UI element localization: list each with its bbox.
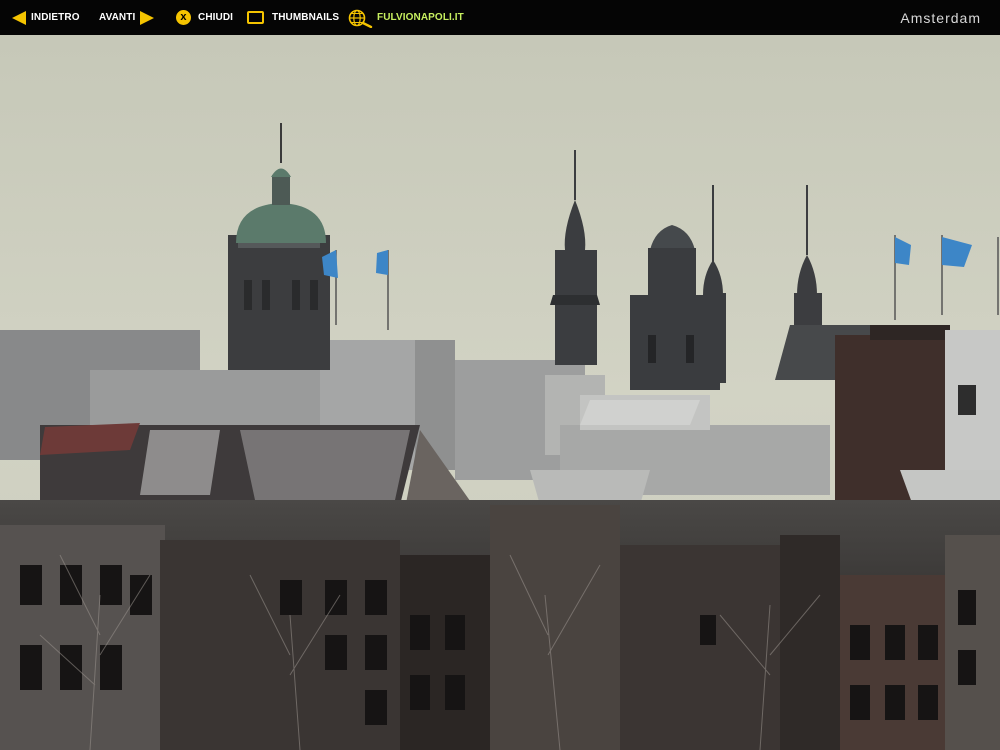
amsterdam-skyline-image: [0, 35, 1000, 750]
thumbnails-icon: [247, 11, 264, 24]
forward-button[interactable]: AVANTI: [99, 0, 155, 35]
main-photo: [0, 35, 1000, 750]
close-button[interactable]: x CHIUDI: [176, 0, 233, 35]
close-label: CHIUDI: [198, 12, 234, 23]
back-label: INDIETRO: [31, 12, 80, 23]
close-icon: x: [176, 10, 191, 25]
viewer-toolbar: INDIETRO AVANTI x CHIUDI THUMBNAILS FULV…: [0, 0, 1000, 35]
forward-label: AVANTI: [99, 12, 136, 23]
arrow-left-icon: [12, 10, 26, 25]
site-link[interactable]: FULVIONAPOLI.IT: [347, 0, 464, 35]
thumbnails-button[interactable]: THUMBNAILS: [247, 0, 339, 35]
arrow-right-icon: [140, 10, 155, 25]
globe-magnifier-icon: [348, 9, 373, 28]
gallery-title: Amsterdam: [900, 9, 981, 26]
back-button[interactable]: INDIETRO: [12, 0, 80, 35]
site-label: FULVIONAPOLI.IT: [377, 12, 464, 23]
thumbnails-label: THUMBNAILS: [272, 12, 340, 23]
